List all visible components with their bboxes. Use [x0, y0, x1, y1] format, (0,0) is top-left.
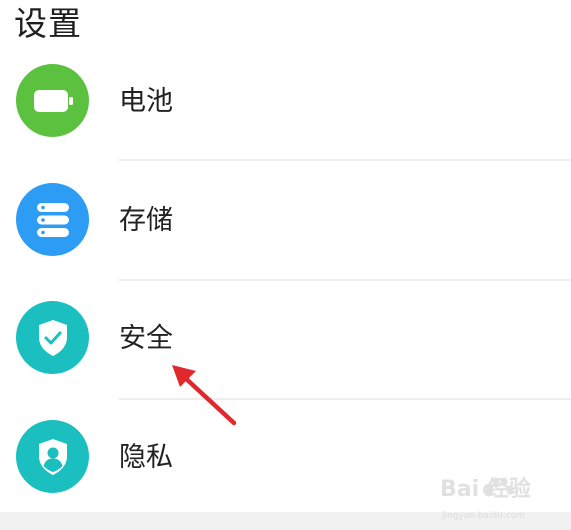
watermark-site: jingyan.baidu.com: [441, 511, 525, 521]
privacy-user-icon: [16, 420, 89, 493]
settings-item-storage[interactable]: 存储: [0, 161, 571, 281]
settings-screen: 设置 电池 存储 安全 隐私 Bai jingyan.baidu.com: [0, 0, 571, 530]
battery-icon: [16, 64, 89, 137]
settings-item-label: 存储: [119, 205, 173, 236]
settings-item-battery[interactable]: 电池: [0, 40, 571, 161]
settings-item-label: 电池: [119, 86, 173, 117]
storage-icon: [16, 183, 89, 256]
settings-item-security[interactable]: 安全: [0, 281, 571, 400]
settings-item-label: 隐私: [119, 442, 173, 473]
shield-check-icon: [16, 301, 89, 374]
red-arrow-annotation-icon: [172, 365, 237, 426]
baidu-watermark-logo-icon: Bai 经验 jingyan.baidu.com: [440, 476, 531, 521]
settings-item-label: 安全: [119, 323, 173, 354]
